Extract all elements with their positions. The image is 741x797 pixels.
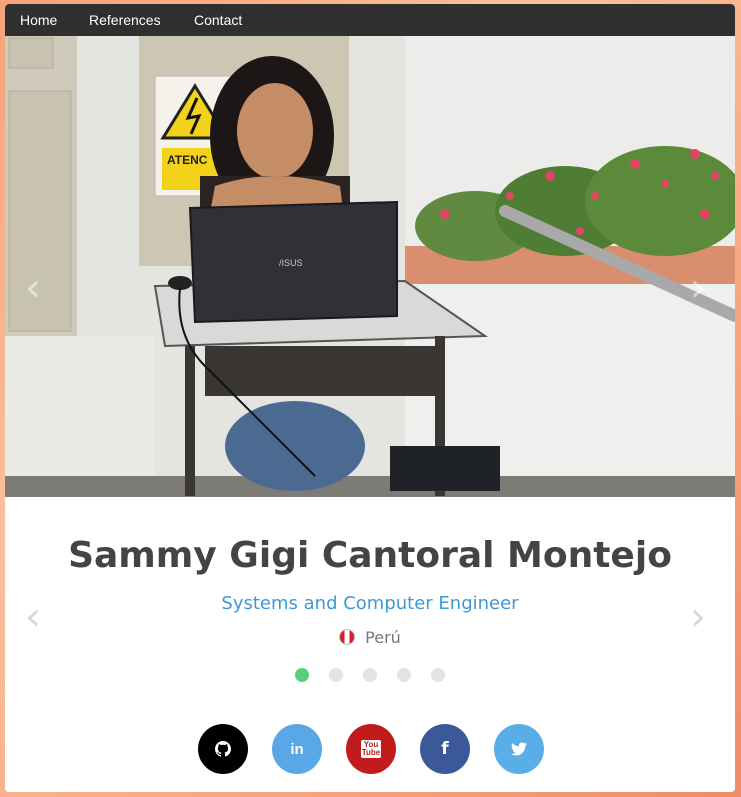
facebook-icon: f bbox=[441, 739, 449, 759]
nav-contact-link[interactable]: Contact bbox=[194, 4, 242, 36]
nav-home-link[interactable]: Home bbox=[20, 4, 57, 36]
carousel-dot-3[interactable] bbox=[363, 668, 377, 682]
chevron-right-icon[interactable]: › bbox=[690, 268, 706, 308]
facebook-button[interactable]: f bbox=[420, 724, 470, 774]
profile-photo: ATENC /ISUS ‹ › bbox=[5, 36, 735, 497]
laptop-logo-text: /ISUS bbox=[279, 258, 303, 268]
photo-illustration: ATENC /ISUS bbox=[5, 36, 735, 497]
linkedin-icon: in bbox=[290, 740, 304, 758]
chevron-left-icon[interactable]: ‹ bbox=[25, 268, 41, 308]
youtube-icon: You Tube bbox=[361, 740, 381, 758]
github-button[interactable] bbox=[198, 724, 248, 774]
youtube-button[interactable]: You Tube bbox=[346, 724, 396, 774]
warning-sign-text: ATENC bbox=[167, 153, 208, 167]
top-navbar: Home References Contact bbox=[5, 4, 735, 36]
nav-references-link[interactable]: References bbox=[89, 4, 161, 36]
page-frame: Home References Contact ATENC /ISUS ‹ › … bbox=[5, 4, 735, 792]
profile-name: Sammy Gigi Cantoral Montejo bbox=[68, 535, 672, 576]
location-label: Perú bbox=[365, 628, 401, 647]
linkedin-button[interactable]: in bbox=[272, 724, 322, 774]
twitter-button[interactable] bbox=[494, 724, 544, 774]
peru-flag-icon bbox=[339, 629, 356, 645]
carousel-dot-2[interactable] bbox=[329, 668, 343, 682]
profile-card: ‹ › Sammy Gigi Cantoral Montejo Systems … bbox=[5, 497, 735, 792]
carousel-dot-5[interactable] bbox=[431, 668, 445, 682]
profile-title: Systems and Computer Engineer bbox=[221, 593, 519, 614]
profile-location: Perú bbox=[5, 628, 735, 647]
github-icon bbox=[215, 741, 231, 757]
carousel-dot-4[interactable] bbox=[397, 668, 411, 682]
carousel-dot-1[interactable] bbox=[295, 668, 309, 682]
twitter-icon bbox=[511, 742, 527, 756]
